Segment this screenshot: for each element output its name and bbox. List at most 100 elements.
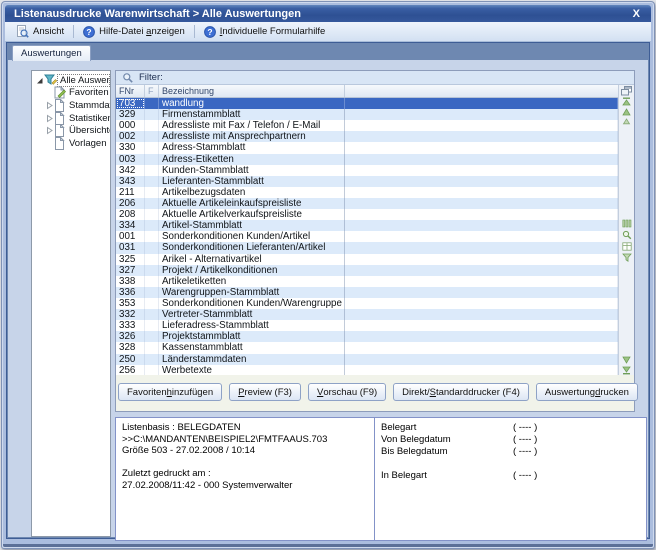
tree-item-statistiken[interactable]: Statistiken [32, 112, 110, 125]
tree-expand-icon[interactable] [44, 114, 54, 123]
table-row[interactable]: 353Sonderkonditionen Kunden/Warengruppe [116, 298, 618, 309]
cell-fnr: 003 [116, 154, 145, 165]
cell-f [145, 354, 159, 365]
toolbar-button-ansicht[interactable]: Ansicht [10, 24, 70, 39]
main-panel: Auswertungen Alle AuswertungenFavoritenS… [6, 42, 650, 539]
table-row[interactable]: 342Kunden-Stammblatt [116, 165, 618, 176]
cell-f [145, 142, 159, 153]
cell-bezeichnung: Sonderkonditionen Kunden/Warengruppe [159, 298, 345, 309]
cell-fnr: 342 [116, 165, 145, 176]
page-icon [54, 137, 67, 150]
cell-f [145, 187, 159, 198]
go-bottom-icon[interactable] [622, 366, 631, 375]
find-icon[interactable] [622, 230, 632, 240]
table-row[interactable]: 003Adress-Etiketten [116, 154, 618, 165]
down-icon[interactable] [622, 356, 631, 364]
filter-icon[interactable] [622, 253, 632, 262]
table-body: 703wandlung329Firmenstammblatt000Adressl… [116, 98, 618, 375]
search-icon [122, 72, 134, 84]
table-row[interactable]: 330Adress-Stammblatt [116, 142, 618, 153]
tab-auswertungen[interactable]: Auswertungen [12, 45, 91, 61]
tree-collapse-icon[interactable] [34, 76, 44, 85]
table-row[interactable]: 000Adressliste mit Fax / Telefon / E-Mai… [116, 120, 618, 131]
info-line: >>C:\MANDANTEN\BEISPIEL2\FMTFAAUS.703 [122, 434, 375, 446]
cell-fnr: 002 [116, 131, 145, 142]
cell-fnr: 001 [116, 231, 145, 242]
sum-icon[interactable] [622, 242, 632, 251]
button-favoriten-hinzufuegen[interactable]: Favoriten hinzufügen [118, 383, 222, 401]
table-row[interactable]: 206Aktuelle Artikeleinkaufspreisliste [116, 198, 618, 209]
table-row[interactable]: 703wandlung [116, 98, 618, 109]
page-icon [54, 99, 67, 112]
cell-bezeichnung: Artikel-Stammblatt [159, 220, 345, 231]
button-vorschau-f9[interactable]: Vorschau (F9) [308, 383, 386, 401]
tree-item-favoriten[interactable]: Favoriten [32, 87, 110, 100]
column-chooser-icon[interactable] [621, 86, 632, 96]
table-row[interactable]: 334Artikel-Stammblatt [116, 220, 618, 231]
cell-f [145, 331, 159, 342]
table-row[interactable]: 327Projekt / Artikelkonditionen [116, 265, 618, 276]
go-top-icon[interactable] [622, 97, 631, 106]
cell-filler [345, 298, 618, 309]
page-up-icon[interactable] [622, 118, 631, 125]
filter-row[interactable]: Filter: [116, 71, 634, 85]
toolbar-button-hilfe-datei-anzeigen[interactable]: ?Hilfe-Datei anzeigen [77, 25, 191, 39]
table-row[interactable]: 211Artikelbezugsdaten [116, 187, 618, 198]
cell-filler [345, 165, 618, 176]
table-row[interactable]: 333Lieferadress-Stammblatt [116, 320, 618, 331]
up-icon[interactable] [622, 108, 631, 116]
table-row[interactable]: 328Kassenstammblatt [116, 342, 618, 353]
app-screen: Listenausdrucke Warenwirtschaft > Alle A… [0, 0, 656, 550]
grid-tools [622, 219, 632, 262]
column-header-f[interactable]: F [145, 85, 159, 97]
cell-filler [345, 154, 618, 165]
cell-bezeichnung: Vertreter-Stammblatt [159, 309, 345, 320]
param-value: ( ---- ) [513, 422, 537, 434]
table-row[interactable]: 002Adressliste mit Ansprechpartnern [116, 131, 618, 142]
table-row[interactable]: 329Firmenstammblatt [116, 109, 618, 120]
tree-item-alle-auswertungen[interactable]: Alle Auswertungen [32, 74, 110, 87]
toolbar: Ansicht ?Hilfe-Datei anzeigen ?Individuell… [5, 22, 651, 42]
toolbar-separator [194, 25, 195, 38]
list-info-panel: Listenbasis : BELEGDATEN>>C:\MANDANTEN\B… [115, 417, 382, 541]
table-row[interactable]: 250Länderstammdaten [116, 354, 618, 365]
table-row[interactable]: 332Vertreter-Stammblatt [116, 309, 618, 320]
params-spacer [381, 458, 640, 470]
tree-item-vorlagen[interactable]: Vorlagen [32, 137, 110, 150]
tree-expand-icon[interactable] [44, 126, 54, 135]
table-row[interactable]: 336Warengruppen-Stammblatt [116, 287, 618, 298]
results-table: FNrFBezeichnung 703wandlung329Firmenstam… [116, 85, 618, 375]
cell-f [145, 320, 159, 331]
table-row[interactable]: 338Artikeletiketten [116, 276, 618, 287]
table-row[interactable]: 031Sonderkonditionen Lieferanten/Artikel [116, 242, 618, 253]
button-auswertung-drucken[interactable]: Auswertung drucken [536, 383, 638, 401]
cell-bezeichnung: Arikel - Alternativartikel [159, 254, 345, 265]
table-row[interactable]: 325Arikel - Alternativartikel [116, 254, 618, 265]
column-header-bezeichnung[interactable]: Bezeichnung [159, 85, 345, 97]
tree-item-stammdaten[interactable]: Stammdaten [32, 99, 110, 112]
cell-f [145, 342, 159, 353]
funnel-edit-icon [44, 74, 57, 86]
help-icon: ? [83, 26, 95, 38]
tree-expand-icon[interactable] [44, 101, 54, 110]
close-button[interactable]: X [631, 8, 642, 20]
cell-filler [345, 176, 618, 187]
cell-filler [345, 209, 618, 220]
table-row[interactable]: 208Aktuelle Artikelverkaufspreisliste [116, 209, 618, 220]
cell-filler [345, 142, 618, 153]
table-row[interactable]: 343Lieferanten-Stammblatt [116, 176, 618, 187]
columns-icon[interactable] [622, 219, 632, 228]
cell-filler [345, 265, 618, 276]
table-row[interactable]: 001Sonderkonditionen Kunden/Artikel [116, 231, 618, 242]
toolbar-button-individuelle-formularhilfe[interactable]: ?Individuelle Formularhilfe [198, 25, 332, 39]
table-row[interactable]: 326Projektstammblatt [116, 331, 618, 342]
cell-f [145, 109, 159, 120]
window-title: Listenausdrucke Warenwirtschaft > Alle A… [14, 8, 301, 20]
cell-bezeichnung: Aktuelle Artikeleinkaufspreisliste [159, 198, 345, 209]
column-header-fnr[interactable]: FNr [116, 85, 145, 97]
cell-fnr: 327 [116, 265, 145, 276]
tree-item-uebersichten[interactable]: Übersichten [32, 124, 110, 137]
button-preview-f3[interactable]: Preview (F3) [229, 383, 301, 401]
table-row[interactable]: 256Werbetexte [116, 365, 618, 375]
button-direkt-standarddrucker-f4[interactable]: Direkt/Standarddrucker (F4) [393, 383, 529, 401]
